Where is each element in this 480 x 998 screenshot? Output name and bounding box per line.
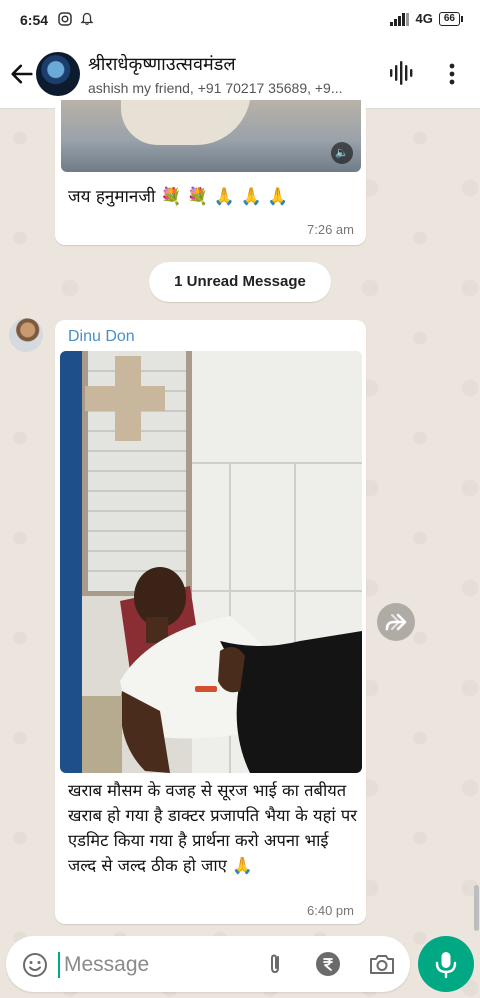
instagram-icon	[58, 12, 72, 26]
battery-indicator: 66	[438, 11, 464, 26]
sender-avatar[interactable]	[9, 318, 43, 352]
message-time: 7:26 am	[307, 222, 354, 237]
group-avatar[interactable]	[36, 52, 80, 96]
message-composer	[6, 936, 410, 992]
back-arrow-icon[interactable]	[8, 60, 36, 88]
sender-name[interactable]: Dinu Don	[68, 328, 135, 346]
status-bar: 6:54 4G 66	[0, 0, 480, 42]
message-bubble[interactable]: Dinu Don खराब मौसम के वजह से सूरज भाई का…	[55, 320, 366, 924]
more-options-icon[interactable]	[440, 62, 464, 86]
unread-divider: 1 Unread Message	[149, 262, 331, 302]
voice-call-icon[interactable]	[388, 60, 414, 86]
rupee-icon[interactable]	[315, 951, 341, 977]
message-photo[interactable]	[60, 351, 362, 773]
message-text: खराब मौसम के वजह से सूरज भाई का तबीयत खर…	[68, 781, 358, 875]
forward-button[interactable]	[377, 603, 415, 641]
message-bubble[interactable]: 🔈 जय हनुमानजी 💐 💐 🙏 🙏 🙏 7:26 am	[55, 100, 366, 245]
emoji-icon[interactable]	[22, 952, 48, 978]
message-input[interactable]	[62, 948, 246, 982]
chat-title[interactable]: श्रीराधेकृष्णाउत्सवमंडल	[88, 52, 236, 76]
forward-icon	[385, 613, 407, 631]
network-type: 4G	[415, 11, 433, 26]
video-thumbnail[interactable]: 🔈	[61, 100, 361, 172]
thumbnail-content	[121, 100, 251, 145]
text-cursor	[58, 952, 60, 978]
status-time: 6:54	[20, 12, 49, 28]
notification-bell-icon	[80, 12, 94, 25]
message-time: 6:40 pm	[307, 903, 354, 918]
volume-icon[interactable]: 🔈	[331, 142, 353, 164]
scrollbar-thumb[interactable]	[474, 885, 479, 931]
signal-icon	[389, 12, 409, 26]
camera-icon[interactable]	[368, 951, 396, 977]
attach-icon[interactable]	[262, 951, 288, 977]
chat-participants[interactable]: ashish my friend, +91 70217 35689, +9...	[88, 80, 378, 96]
mic-button[interactable]	[418, 936, 474, 992]
chat-header: श्रीराधेकृष्णाउत्सवमंडल ashish my friend…	[0, 42, 480, 109]
message-text: जय हनुमानजी 💐 💐 🙏 🙏 🙏	[68, 187, 289, 207]
mic-icon	[435, 952, 457, 979]
photo-content	[60, 351, 362, 773]
